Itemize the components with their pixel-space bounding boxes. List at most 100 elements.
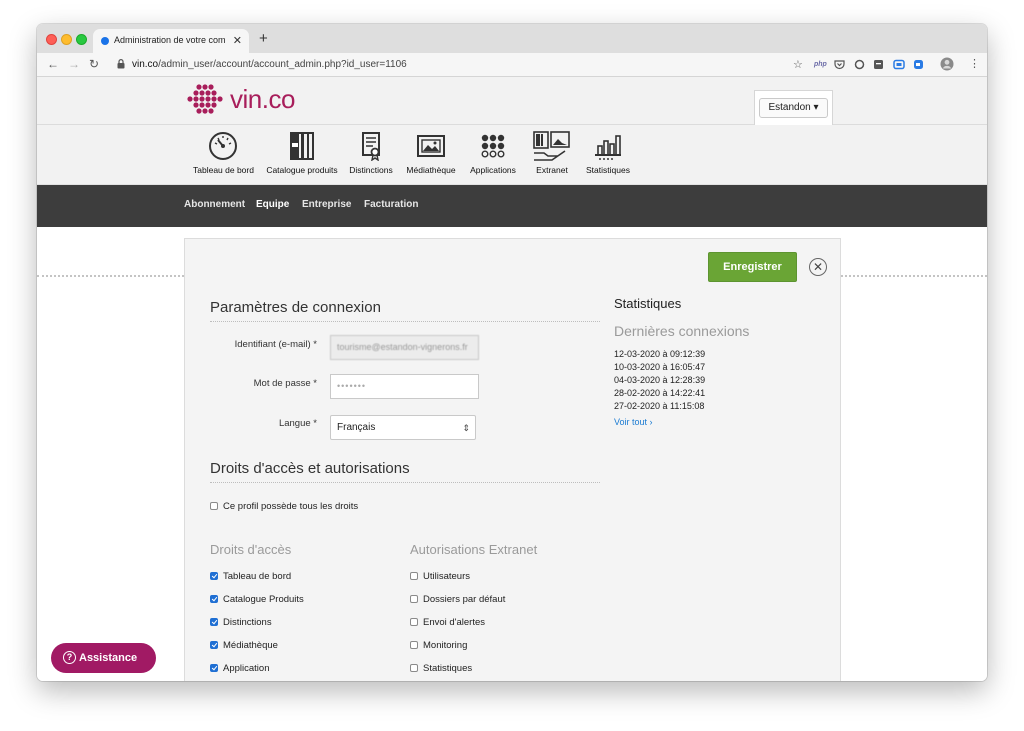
extranet-item-label: Dossiers par défaut (423, 594, 506, 605)
email-field[interactable]: tourisme@estandon-vignerons.fr (330, 335, 479, 360)
access-item-catalogue[interactable]: Catalogue Produits (210, 594, 304, 605)
module-statistiques[interactable]: Statistiques (584, 131, 632, 175)
access-item-tableau-de-bord[interactable]: Tableau de bord (210, 571, 291, 582)
extension-blue-icon[interactable] (893, 59, 905, 70)
login-entry: 04-03-2020 à 12:28:39 (614, 375, 706, 385)
main-content: Enregistrer ✕ Paramètres de connexion Id… (37, 227, 987, 681)
lock-icon (117, 59, 125, 69)
back-icon[interactable]: ← (47, 57, 59, 71)
connection-section-rule (210, 321, 600, 322)
connection-section-title: Paramètres de connexion (210, 299, 381, 316)
all-rights-label: Ce profil possède tous les droits (223, 501, 359, 512)
picture-icon (417, 135, 445, 157)
checkbox-unchecked[interactable] (410, 572, 418, 580)
module-extranet[interactable]: Extranet (530, 131, 574, 175)
login-entry: 27-02-2020 à 11:15:08 (614, 401, 705, 411)
menu-kebab-icon[interactable]: ⋮ (969, 57, 980, 70)
module-applications[interactable]: Applications (467, 131, 519, 175)
access-item-mediatheque[interactable]: Médiathèque (210, 640, 278, 651)
site-logo-text[interactable]: vin.co (230, 84, 295, 115)
subnav-equipe[interactable]: Equipe (256, 199, 289, 210)
url-field[interactable]: vin.co/admin_user/account/account_admin.… (132, 59, 407, 70)
see-all-link[interactable]: Voir tout › (614, 417, 653, 427)
extranet-item-monitoring[interactable]: Monitoring (410, 640, 467, 651)
save-button[interactable]: Enregistrer (708, 252, 797, 282)
password-field[interactable]: ••••••• (330, 374, 479, 399)
language-label: Langue * (278, 418, 317, 429)
subnav-abonnement[interactable]: Abonnement (184, 199, 245, 210)
sub-navigation: Abonnement Equipe Entreprise Facturation (37, 185, 987, 227)
login-entry: 28-02-2020 à 14:22:41 (614, 388, 706, 398)
pocket-icon[interactable] (834, 59, 845, 70)
new-tab-button[interactable]: + (259, 30, 268, 47)
extranet-item-label: Utilisateurs (423, 571, 470, 582)
bar-chart-icon (595, 135, 621, 160)
language-select[interactable]: Français ⇕ (330, 415, 476, 440)
access-item-distinctions[interactable]: Distinctions (210, 617, 272, 628)
reload-icon[interactable]: ↻ (89, 57, 99, 71)
php-extension-icon[interactable]: php (814, 61, 827, 68)
extranet-item-dossiers[interactable]: Dossiers par défaut (410, 594, 505, 605)
favicon-icon (101, 37, 109, 45)
stats-title: Statistiques (614, 296, 682, 311)
help-circle-icon: ? (63, 651, 76, 664)
access-item-label: Médiathèque (223, 640, 278, 651)
checkbox-unchecked[interactable] (410, 595, 418, 603)
grid-dots-icon (481, 134, 505, 158)
subnav-entreprise[interactable]: Entreprise (302, 199, 351, 210)
maximize-window-icon[interactable] (76, 34, 87, 45)
browser-window: Administration de votre compte ✕ + ← → ↻… (37, 24, 987, 681)
address-bar: ← → ↻ vin.co/admin_user/account/account_… (37, 53, 987, 77)
browser-tab[interactable]: Administration de votre compte ✕ (93, 29, 249, 53)
bookmark-star-icon[interactable]: ☆ (793, 58, 803, 71)
module-tableau-de-bord[interactable]: Tableau de bord (193, 131, 254, 175)
checkbox-checked[interactable] (210, 595, 218, 603)
access-item-label: Application (223, 663, 270, 674)
site-header: vin.co Estandon ▾ (37, 77, 987, 126)
profile-avatar-icon[interactable] (940, 57, 954, 71)
access-item-application[interactable]: Application (210, 663, 269, 674)
checkbox-checked[interactable] (210, 618, 218, 626)
extranet-item-utilisateurs[interactable]: Utilisateurs (410, 571, 470, 582)
close-panel-icon[interactable]: ✕ (809, 258, 827, 276)
checkbox-checked[interactable] (210, 664, 218, 672)
access-rights-title: Droits d'accès (210, 542, 292, 557)
module-mediatheque[interactable]: Médiathèque (406, 131, 456, 175)
module-distinctions[interactable]: Distinctions (348, 131, 394, 175)
divider-right (841, 275, 987, 277)
extranet-permissions-title: Autorisations Extranet (410, 542, 538, 557)
extranet-item-label: Monitoring (423, 640, 468, 651)
email-label: Identifiant (e-mail) * (234, 339, 317, 350)
checkbox-unchecked[interactable] (410, 664, 418, 672)
login-entry: 12-03-2020 à 09:12:39 (614, 349, 706, 359)
account-dropdown-button[interactable]: Estandon ▾ (759, 98, 828, 118)
account-tab: Estandon ▾ (754, 90, 833, 126)
tab-close-icon[interactable]: ✕ (233, 34, 242, 47)
zoom-extension-icon[interactable] (913, 59, 924, 70)
close-window-icon[interactable] (46, 34, 57, 45)
assistance-label: Assistance (79, 652, 138, 664)
extranet-item-statistiques[interactable]: Statistiques (410, 663, 472, 674)
tab-title: Administration de votre compte (114, 35, 226, 45)
module-catalogue-produits[interactable]: Catalogue produits (266, 131, 338, 175)
checkbox-unchecked[interactable] (410, 641, 418, 649)
select-updown-icon: ⇕ (462, 423, 470, 433)
minimize-window-icon[interactable] (61, 34, 72, 45)
gauge-icon (209, 132, 237, 160)
extranet-item-alertes[interactable]: Envoi d'alertes (410, 617, 485, 628)
checkbox-checked[interactable] (210, 641, 218, 649)
extension-circle-icon[interactable] (854, 59, 865, 70)
user-edit-panel: Enregistrer ✕ Paramètres de connexion Id… (184, 238, 841, 681)
forward-icon[interactable]: → (68, 57, 80, 71)
certificate-icon (362, 132, 380, 161)
checkbox-unchecked[interactable] (410, 618, 418, 626)
subnav-facturation[interactable]: Facturation (364, 199, 418, 210)
rights-section-title: Droits d'accès et autorisations (210, 460, 410, 477)
all-rights-checkbox[interactable] (210, 502, 218, 510)
checkbox-checked[interactable] (210, 572, 218, 580)
tab-bar: Administration de votre compte ✕ + (37, 24, 987, 53)
extension-box-icon[interactable] (873, 59, 884, 70)
extranet-item-label: Envoi d'alertes (423, 617, 486, 628)
all-rights-checkbox-row[interactable]: Ce profil possède tous les droits (210, 501, 358, 512)
assistance-button[interactable]: ? Assistance (51, 643, 156, 673)
